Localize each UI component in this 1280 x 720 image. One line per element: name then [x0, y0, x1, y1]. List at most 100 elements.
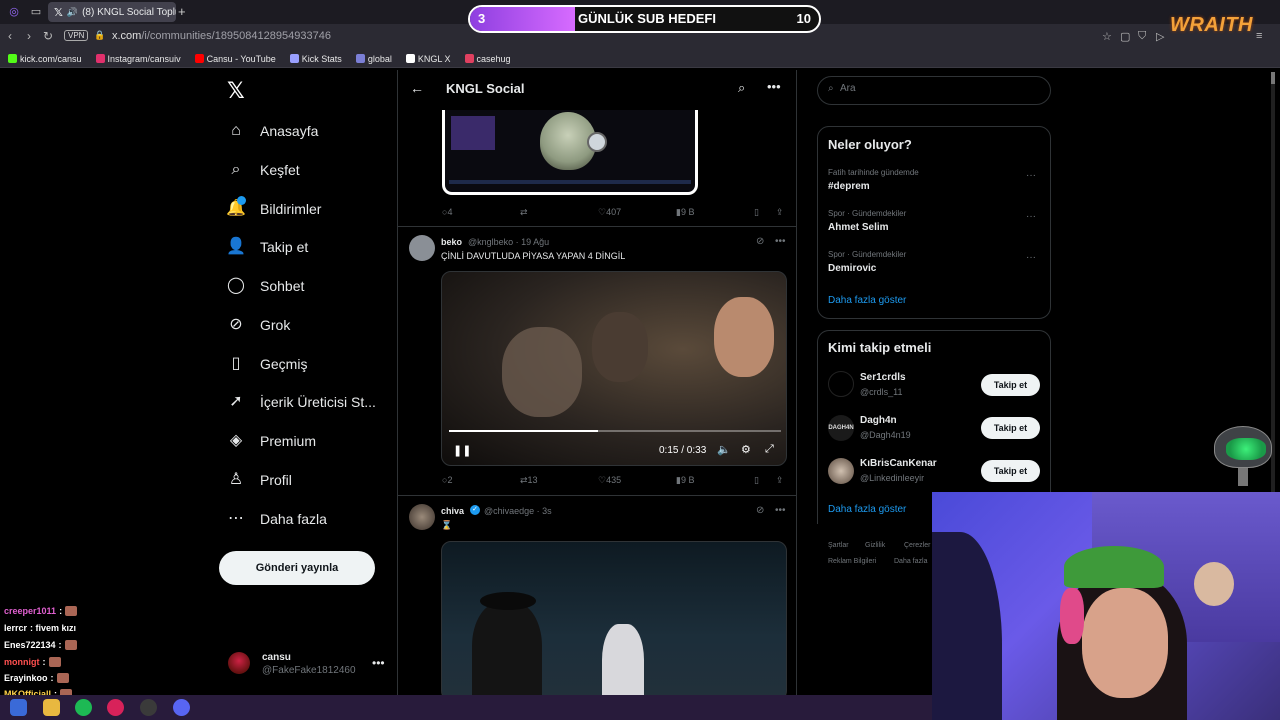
bookmark-icon[interactable]: ▯ [754, 475, 759, 486]
post-media-image[interactable] [442, 110, 698, 195]
trend-more-icon[interactable]: ··· [1026, 170, 1036, 181]
pause-icon[interactable]: ❚❚ [453, 444, 471, 457]
show-more-link[interactable]: Daha fazla göster [828, 295, 906, 306]
nav-item-takip-et[interactable]: 👤 Takip et [226, 233, 308, 261]
sidebar-toggle-icon[interactable]: ▭ [28, 4, 44, 20]
menu-icon[interactable]: ≡ [1256, 30, 1262, 42]
follow-button[interactable]: Takip et [981, 374, 1040, 396]
obs-icon[interactable] [140, 699, 157, 716]
avatar[interactable] [409, 235, 435, 261]
shield-icon[interactable]: ⛉ [1138, 30, 1146, 43]
bookmark-star-icon[interactable]: ☆ [1102, 30, 1112, 43]
bookmark-item[interactable]: KNGL X [405, 54, 451, 64]
browser-logo-icon[interactable]: ◎ [6, 4, 22, 20]
trend-more-icon[interactable]: ··· [1026, 252, 1036, 263]
reply-button[interactable]: ○ 4 [442, 207, 452, 217]
footer-link[interactable]: Gizlilik [865, 542, 885, 549]
post-author-meta[interactable]: @chivaedge · 3s [484, 506, 552, 516]
footer-link[interactable]: Çerezler [904, 542, 930, 549]
account-name[interactable]: cansu [262, 652, 291, 663]
post-video[interactable] [441, 541, 787, 695]
bookmark-item[interactable]: Instagram/cansuiv [95, 54, 181, 64]
nav-item-sohbet[interactable]: ◯ Sohbet [226, 272, 304, 300]
url-input[interactable]: x.com/i/communities/1895084128954933746 [112, 30, 331, 42]
more-icon[interactable]: ••• [372, 656, 385, 670]
avatar[interactable] [409, 504, 435, 530]
x-logo-icon[interactable]: 𝕏 [227, 78, 245, 104]
nav-item-grok[interactable]: ⊘ Grok [226, 311, 290, 339]
views-button[interactable]: ▮ 9 B [676, 475, 694, 486]
views-button[interactable]: ▮ 9 B [676, 207, 694, 218]
post-author-name[interactable]: chiva [441, 506, 464, 516]
folder-icon[interactable] [43, 699, 60, 716]
avatar[interactable] [228, 652, 250, 674]
grok-post-icon[interactable]: ⊘ [756, 236, 764, 247]
bookmark-item[interactable]: Kick Stats [289, 54, 342, 64]
bookmark-icon[interactable]: ▯ [754, 207, 759, 218]
nav-item-i-çerik-üreticisi-st[interactable]: ➚ İçerik Üreticisi St... [226, 388, 376, 416]
back-icon[interactable]: ‹ [8, 29, 12, 43]
spotify-icon[interactable] [75, 699, 92, 716]
nav-item-geçmiş[interactable]: ▯ Geçmiş [226, 350, 308, 378]
follow-button[interactable]: Takip et [981, 460, 1040, 482]
nav-item-anasayfa[interactable]: ⌂ Anasayfa [226, 117, 318, 145]
repost-button[interactable]: ⇄ 13 [520, 475, 538, 486]
like-button[interactable]: ♡ 407 [598, 207, 621, 218]
trend-more-icon[interactable]: ··· [1026, 211, 1036, 222]
search-input[interactable] [840, 83, 1040, 94]
browser-tab-active[interactable]: 𝕏 🔊 (8) KNGL Social Topluluğu [48, 2, 176, 22]
vpn-badge[interactable]: VPN [64, 30, 89, 41]
avatar[interactable] [828, 458, 854, 484]
trend-name[interactable]: Ahmet Selim [828, 222, 889, 233]
avatar[interactable] [828, 371, 854, 397]
video-progress-track[interactable] [449, 430, 781, 432]
opera-icon[interactable] [107, 699, 124, 716]
audio-icon[interactable]: 🔊 [67, 7, 78, 18]
nav-item-keşfet[interactable]: ⌕ Keşfet [226, 156, 300, 184]
nav-item-premium[interactable]: ◈ Premium [226, 427, 316, 455]
share-icon[interactable]: ⇪ [776, 207, 784, 218]
suggestion-name[interactable]: Ser1crdls [860, 372, 906, 383]
bookmark-item[interactable]: Cansu - YouTube [194, 54, 276, 64]
forward-icon[interactable]: › [27, 29, 31, 43]
play-icon[interactable]: ▷ [1156, 30, 1164, 43]
post-button[interactable]: Gönderi yayınla [219, 551, 375, 585]
post-author-meta[interactable]: @knglbeko · 19 Ağu [468, 237, 549, 247]
like-button[interactable]: ♡ 435 [598, 475, 621, 486]
bookmark-item[interactable]: global [355, 54, 392, 64]
share-icon[interactable]: ⇪ [776, 475, 784, 486]
grok-post-icon[interactable]: ⊘ [756, 505, 764, 516]
post-more-icon[interactable]: ••• [775, 505, 786, 516]
volume-icon[interactable]: 🔈 [717, 443, 731, 456]
more-icon[interactable]: ••• [767, 79, 781, 94]
discord-icon[interactable] [173, 699, 190, 716]
search-box[interactable]: ⌕ [817, 76, 1051, 105]
bookmark-item[interactable]: kick.com/cansu [8, 54, 82, 64]
nav-item-profil[interactable]: ♙ Profil [226, 466, 292, 494]
trend-name[interactable]: Demirovic [828, 263, 876, 274]
search-icon[interactable]: ⌕ [738, 80, 745, 96]
nav-item-daha-fazla[interactable]: ⋯ Daha fazla [226, 505, 327, 533]
footer-link[interactable]: Reklam Bilgileri [828, 558, 876, 565]
reader-icon[interactable]: ▢ [1120, 30, 1130, 43]
lock-icon[interactable]: 🔒 [94, 30, 105, 41]
reply-button[interactable]: ○ 2 [442, 475, 452, 485]
back-arrow-icon[interactable]: ← [410, 80, 424, 96]
bookmark-item[interactable]: casehug [464, 54, 511, 64]
trend-name[interactable]: #deprem [828, 181, 870, 192]
settings-icon[interactable]: ⚙ [741, 443, 751, 456]
footer-link[interactable]: Daha fazla [894, 558, 927, 565]
new-tab-button[interactable]: + [178, 4, 186, 19]
post-video[interactable]: ❚❚ 0:15 / 0:33 🔈 ⚙ ⤢ [441, 271, 787, 466]
suggestion-name[interactable]: Dagh4n [860, 415, 897, 426]
follow-button[interactable]: Takip et [981, 417, 1040, 439]
reload-icon[interactable]: ↻ [43, 29, 53, 43]
post-more-icon[interactable]: ••• [775, 236, 786, 247]
scrollbar-thumb[interactable] [1271, 72, 1275, 84]
footer-link[interactable]: Şartlar [828, 542, 849, 549]
show-more-link[interactable]: Daha fazla göster [828, 504, 906, 515]
avatar[interactable]: DAGH4N [828, 415, 854, 441]
repost-button[interactable]: ⇄ [520, 207, 528, 218]
post-author-name[interactable]: beko [441, 237, 462, 247]
suggestion-name[interactable]: KıBrisCanKenar [860, 458, 937, 469]
